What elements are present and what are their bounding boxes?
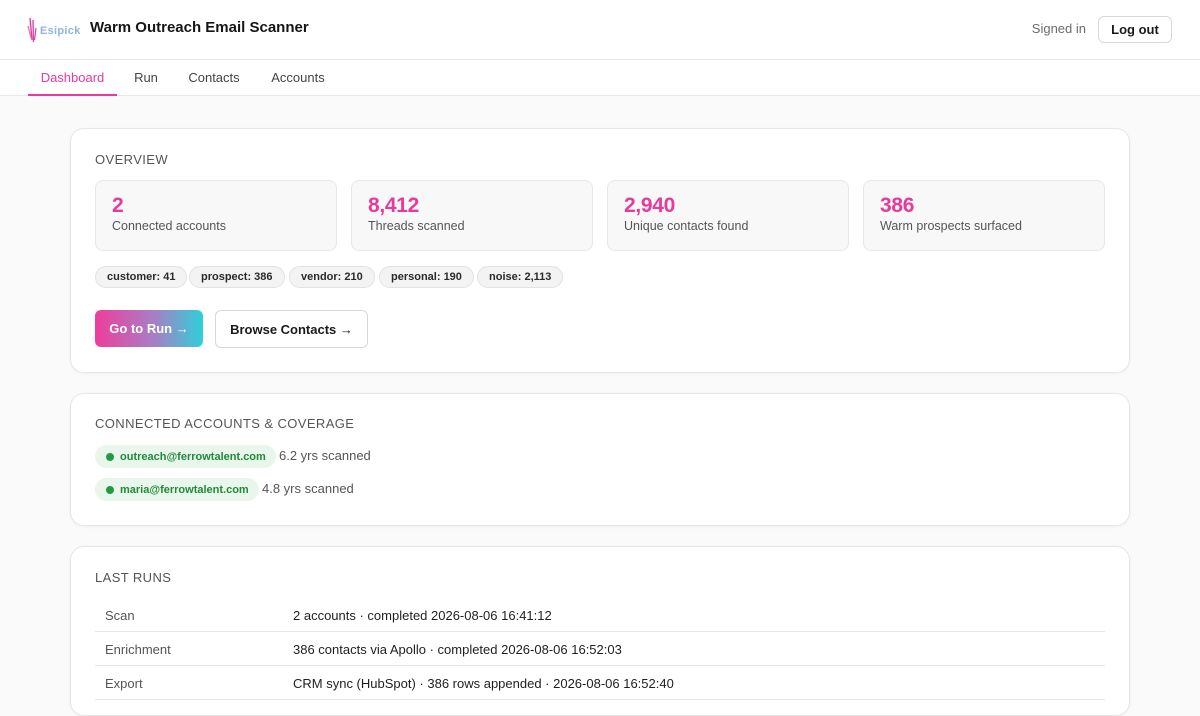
signed-in-status: Signed in (1031, 21, 1086, 36)
tab-dashboard[interactable]: Dashboard (28, 60, 117, 96)
category-chip-customer[interactable]: customer: 41 (95, 266, 188, 288)
category-chip-noise[interactable]: noise: 2,113 (477, 266, 564, 288)
stat-card-connected-accounts: 2 Connected accounts (95, 180, 337, 251)
table-row: Export CRM sync (HubSpot) · 386 rows app… (95, 666, 1105, 700)
last-runs-card: LAST RUNS Scan 2 accounts · completed 20… (70, 546, 1130, 716)
run-type: Scan (105, 608, 135, 623)
overview-card: OVERVIEW 2 Connected accounts 8,412 Thre… (70, 128, 1130, 373)
stat-label: Warm prospects surfaced (880, 219, 1022, 233)
account-email: maria@ferrowtalent.com (120, 483, 249, 496)
account-badge[interactable]: maria@ferrowtalent.com (95, 478, 259, 501)
stat-value: 386 (880, 194, 915, 217)
logo-text: Esipick (40, 25, 81, 37)
accounts-coverage-title: CONNECTED ACCOUNTS & COVERAGE (95, 416, 355, 431)
last-runs-title: LAST RUNS (95, 570, 172, 585)
category-chip-personal[interactable]: personal: 190 (379, 266, 474, 288)
run-type: Export (105, 676, 143, 691)
stat-value: 8,412 (368, 194, 420, 217)
tab-run[interactable]: Run (125, 60, 167, 95)
logout-button[interactable]: Log out (1098, 16, 1172, 43)
stat-card-threads-scanned: 8,412 Threads scanned (351, 180, 593, 251)
run-detail: 2 accounts · completed 2026-08-06 16:41:… (293, 608, 552, 623)
nav-tabs: Dashboard Run Contacts Accounts (0, 60, 1200, 96)
run-detail: 386 contacts via Apollo · completed 2026… (293, 642, 622, 657)
account-email: outreach@ferrowtalent.com (120, 450, 266, 463)
account-badge[interactable]: outreach@ferrowtalent.com (95, 445, 276, 468)
run-type: Enrichment (105, 642, 171, 657)
stat-label: Unique contacts found (624, 219, 749, 233)
stat-value: 2,940 (624, 194, 676, 217)
browse-contacts-button[interactable]: Browse Contacts → (215, 310, 368, 348)
account-coverage: 6.2 yrs scanned (279, 448, 371, 463)
stat-label: Threads scanned (368, 219, 465, 233)
tab-accounts[interactable]: Accounts (263, 60, 333, 95)
stat-card-warm-prospects: 386 Warm prospects surfaced (863, 180, 1105, 251)
tab-contacts[interactable]: Contacts (180, 60, 248, 95)
accounts-coverage-card: CONNECTED ACCOUNTS & COVERAGE outreach@f… (70, 393, 1130, 526)
account-coverage: 4.8 yrs scanned (262, 481, 354, 496)
app-logo[interactable]: Esipick (27, 16, 83, 44)
category-chip-prospect[interactable]: prospect: 386 (189, 266, 285, 288)
top-bar: Esipick Warm Outreach Email Scanner Sign… (0, 0, 1200, 60)
stat-label: Connected accounts (112, 219, 226, 233)
run-detail: CRM sync (HubSpot) · 386 rows appended ·… (293, 676, 674, 691)
table-row: Scan 2 accounts · completed 2026-08-06 1… (95, 598, 1105, 632)
go-to-run-button[interactable]: Go to Run → (95, 310, 203, 347)
status-dot-icon (106, 452, 114, 461)
stat-value: 2 (112, 194, 124, 217)
app-title: Warm Outreach Email Scanner (90, 19, 309, 36)
table-row: Enrichment 386 contacts via Apollo · com… (95, 632, 1105, 666)
stat-card-unique-contacts: 2,940 Unique contacts found (607, 180, 849, 251)
status-dot-icon (106, 485, 114, 494)
esipick-logo-icon (27, 17, 37, 43)
category-chip-vendor[interactable]: vendor: 210 (289, 266, 375, 288)
overview-title: OVERVIEW (95, 152, 169, 167)
